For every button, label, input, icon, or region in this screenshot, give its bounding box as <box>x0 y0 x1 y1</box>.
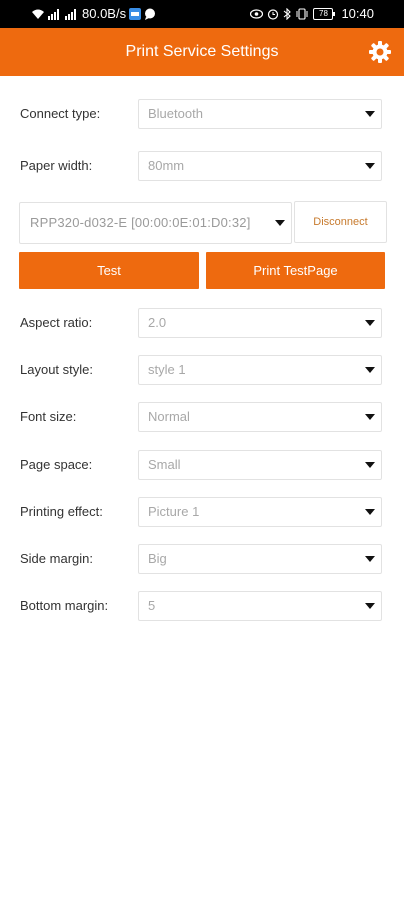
status-bar: 80.0B/s 78 10:40 <box>0 0 404 28</box>
gear-icon[interactable] <box>368 40 392 64</box>
setting-row-layout-style: Layout style: style 1 <box>0 355 404 385</box>
app-header: Print Service Settings <box>0 28 404 76</box>
caret-down-icon <box>365 320 375 326</box>
caret-down-icon <box>365 603 375 609</box>
printing-effect-value: Picture 1 <box>148 504 200 519</box>
side-margin-select[interactable]: Big <box>138 544 382 574</box>
setting-row-page-space: Page space: Small <box>0 450 404 480</box>
connect-type-label: Connect type: <box>20 106 101 121</box>
status-time: 10:40 <box>341 6 374 21</box>
setting-row-printing-effect: Printing effect: Picture 1 <box>0 497 404 527</box>
aspect-ratio-label: Aspect ratio: <box>20 315 93 330</box>
status-left-group: 80.0B/s <box>31 6 156 22</box>
setting-row-paper-width: Paper width: 80mm <box>0 151 404 181</box>
setting-row-side-margin: Side margin: Big <box>0 544 404 574</box>
status-right-group: 78 10:40 <box>250 6 374 22</box>
caret-down-icon <box>365 111 375 117</box>
signal-icon <box>65 8 79 20</box>
paper-width-label: Paper width: <box>20 158 93 173</box>
caret-down-icon <box>365 367 375 373</box>
wifi-icon <box>31 8 45 20</box>
page-space-value: Small <box>148 457 181 472</box>
alarm-icon <box>267 8 279 20</box>
caret-down-icon <box>365 462 375 468</box>
network-speed: 80.0B/s <box>82 6 127 21</box>
eye-icon <box>250 9 264 19</box>
bottom-margin-value: 5 <box>148 598 156 613</box>
vibrate-icon <box>295 8 309 20</box>
chat-icon <box>144 8 156 20</box>
printing-effect-label: Printing effect: <box>20 504 103 519</box>
page-space-select[interactable]: Small <box>138 450 382 480</box>
bluetooth-icon <box>283 8 292 20</box>
side-margin-label: Side margin: <box>20 551 93 566</box>
layout-style-select[interactable]: style 1 <box>138 355 382 385</box>
font-size-select[interactable]: Normal <box>138 402 382 432</box>
disconnect-button[interactable]: Disconnect <box>294 201 387 243</box>
page-space-label: Page space: <box>20 457 93 472</box>
caret-down-icon <box>365 509 375 515</box>
connect-type-value: Bluetooth <box>148 106 203 121</box>
font-size-label: Font size: <box>20 409 77 424</box>
paper-width-value: 80mm <box>148 158 185 173</box>
side-margin-value: Big <box>148 551 167 566</box>
page-title: Print Service Settings <box>125 43 279 60</box>
connect-type-select[interactable]: Bluetooth <box>138 99 382 129</box>
caret-down-icon <box>365 414 375 420</box>
layout-style-label: Layout style: <box>20 362 93 377</box>
caret-down-icon <box>365 556 375 562</box>
aspect-ratio-select[interactable]: 2.0 <box>138 308 382 338</box>
signal-icon <box>48 8 62 20</box>
printing-effect-select[interactable]: Picture 1 <box>138 497 382 527</box>
setting-row-font-size: Font size: Normal <box>0 402 404 432</box>
paper-width-select[interactable]: 80mm <box>138 151 382 181</box>
bottom-margin-select[interactable]: 5 <box>138 591 382 621</box>
test-button[interactable]: Test <box>19 252 199 289</box>
caret-down-icon <box>365 163 375 169</box>
device-select[interactable]: RPP320-d032-E [00:00:0E:01:D0:32] <box>19 202 292 244</box>
bottom-margin-label: Bottom margin: <box>20 598 109 613</box>
messenger-icon <box>129 8 142 20</box>
setting-row-connect-type: Connect type: Bluetooth <box>0 99 404 129</box>
font-size-value: Normal <box>148 409 190 424</box>
setting-row-bottom-margin: Bottom margin: 5 <box>0 591 404 621</box>
device-value: RPP320-d032-E [00:00:0E:01:D0:32] <box>30 215 251 230</box>
print-test-page-button[interactable]: Print TestPage <box>206 252 385 289</box>
caret-down-icon <box>275 220 285 226</box>
setting-row-aspect-ratio: Aspect ratio: 2.0 <box>0 308 404 338</box>
battery-icon: 78 <box>313 8 336 20</box>
aspect-ratio-value: 2.0 <box>148 315 167 330</box>
layout-style-value: style 1 <box>148 362 186 377</box>
